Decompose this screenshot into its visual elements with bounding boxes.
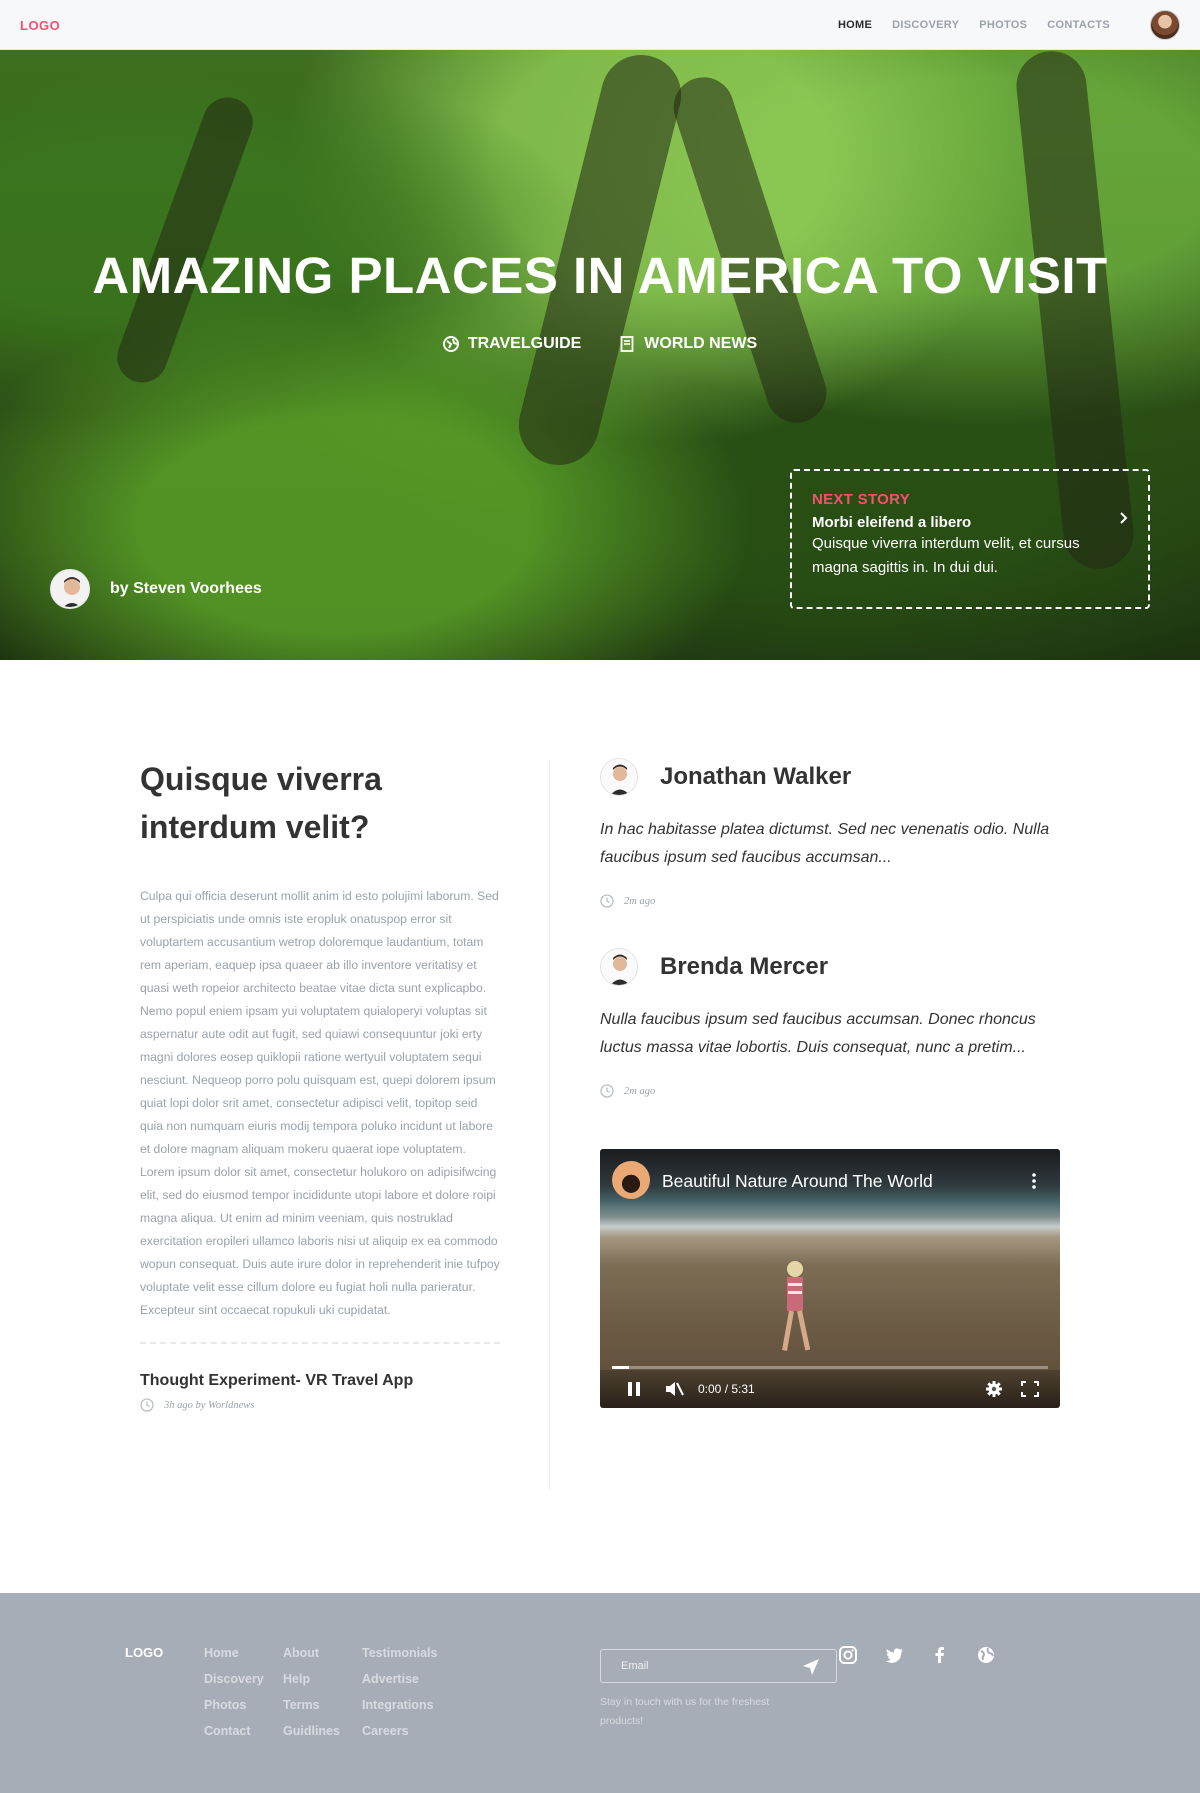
video-frame-figure	[782, 1261, 811, 1351]
twitter-icon[interactable]	[884, 1645, 904, 1665]
comment-meta: 2m ago	[600, 894, 1060, 908]
next-story-label: NEXT STORY	[812, 491, 911, 508]
email-input[interactable]	[601, 1650, 801, 1682]
nav-item-discovery[interactable]: DISCOVERY	[892, 19, 959, 31]
user-avatar[interactable]	[1150, 10, 1180, 40]
nav-item-home[interactable]: HOME	[838, 19, 872, 31]
comment-text: In hac habitasse platea dictumst. Sed ne…	[600, 821, 1050, 866]
related-article-title[interactable]: Thought Experiment- VR Travel App	[140, 1372, 500, 1390]
video-title[interactable]: Beautiful Nature Around The World	[662, 1171, 933, 1192]
top-navbar: LOGO HOME DISCOVERY PHOTOS CONTACTS	[0, 0, 1200, 50]
facebook-icon[interactable]	[930, 1645, 950, 1665]
comment-meta: 2m ago	[600, 1084, 1060, 1098]
article-heading: Quisque viverra interdum velit?	[140, 761, 382, 845]
logo[interactable]: LOGO	[20, 18, 60, 33]
globe-icon[interactable]	[976, 1645, 996, 1665]
pause-icon[interactable]	[624, 1380, 644, 1398]
footer-links-col-1: Home Discovery Photos Contact	[204, 1645, 264, 1739]
comment-header: Jonathan Walker	[600, 758, 1060, 796]
next-story-card[interactable]: NEXT STORY Morbi eleifend a libero Quisq…	[790, 469, 1150, 609]
newsletter-form	[600, 1649, 837, 1683]
comment-time: 2m ago	[624, 1085, 656, 1097]
hero-tags: TRAVELGUIDE WORLD NEWS	[0, 335, 1200, 353]
nav-item-contacts[interactable]: CONTACTS	[1047, 19, 1110, 31]
footer-link[interactable]: Home	[204, 1645, 264, 1661]
nav-item-photos[interactable]: PHOTOS	[979, 19, 1027, 31]
newsletter-note: Stay in touch with us for the freshest p…	[600, 1696, 770, 1727]
related-article-meta: 3h ago by Worldnews	[140, 1398, 500, 1412]
comment-item: Jonathan Walker In hac habitasse platea …	[600, 758, 1060, 908]
footer-link[interactable]: Photos	[204, 1697, 264, 1713]
chevron-right-icon[interactable]	[1116, 511, 1130, 525]
next-story-title: Morbi eleifend a libero	[812, 514, 972, 531]
video-time: 0:00 / 5:31	[698, 1382, 755, 1396]
clock-icon	[600, 894, 614, 908]
tag-label: TRAVELGUIDE	[467, 335, 582, 352]
author-avatar	[50, 569, 90, 609]
globe-icon	[442, 336, 459, 352]
video-progress-fill	[612, 1366, 630, 1369]
hero-banner: AMAZING PLACES IN AMERICA TO VISIT TRAVE…	[0, 50, 1200, 660]
fullscreen-icon[interactable]	[1020, 1380, 1040, 1398]
divider	[140, 1342, 500, 1344]
settings-gear-icon[interactable]	[984, 1380, 1004, 1398]
footer-link[interactable]: Advertise	[362, 1671, 437, 1687]
avatar[interactable]	[600, 758, 638, 796]
footer-link[interactable]: Terms	[283, 1697, 340, 1713]
footer-link[interactable]: Help	[283, 1671, 340, 1687]
footer-link[interactable]: Guidlines	[283, 1723, 340, 1739]
next-story-text: Quisque viverra interdum velit, et cursu…	[812, 535, 1080, 576]
footer-link[interactable]: Contact	[204, 1723, 264, 1739]
avatar[interactable]	[600, 948, 638, 986]
video-progress-bar[interactable]	[612, 1366, 1048, 1369]
tag-label: WORLD NEWS	[644, 335, 758, 352]
comment-time: 2m ago	[624, 895, 656, 907]
channel-avatar[interactable]	[612, 1161, 650, 1199]
comment-author[interactable]: Jonathan Walker	[660, 763, 851, 791]
article-body: Culpa qui officia deserunt mollit anim i…	[140, 889, 500, 1317]
send-icon[interactable]	[802, 1658, 820, 1676]
more-options-icon[interactable]	[1032, 1173, 1036, 1189]
mute-icon[interactable]	[664, 1380, 684, 1398]
document-icon	[620, 336, 634, 352]
comment-text: Nulla faucibus ipsum sed faucibus accums…	[600, 1011, 1036, 1056]
tag-travelguide[interactable]: TRAVELGUIDE	[442, 335, 582, 353]
video-controls: 0:00 / 5:31	[600, 1370, 1060, 1408]
footer-links-col-3: Testimonials Advertise Integrations Care…	[362, 1645, 437, 1739]
comment-author[interactable]: Brenda Mercer	[660, 953, 828, 981]
footer-link[interactable]: Discovery	[204, 1671, 264, 1687]
article-column: Quisque viverra interdum velit? Culpa qu…	[140, 755, 500, 1412]
author-name: by Steven Voorhees	[110, 580, 262, 597]
footer-link[interactable]: Integrations	[362, 1697, 437, 1713]
comment-header: Brenda Mercer	[600, 948, 1060, 986]
column-divider	[549, 760, 550, 1490]
footer-logo[interactable]: LOGO	[125, 1645, 163, 1660]
hero-author[interactable]: by Steven Voorhees	[50, 569, 262, 609]
main-menu: HOME DISCOVERY PHOTOS CONTACTS	[838, 19, 1110, 31]
clock-icon	[140, 1398, 154, 1412]
footer-link[interactable]: Careers	[362, 1723, 437, 1739]
footer-link[interactable]: About	[283, 1645, 340, 1661]
site-footer: LOGO Home Discovery Photos Contact About…	[0, 1593, 1200, 1793]
comment-item: Brenda Mercer Nulla faucibus ipsum sed f…	[600, 948, 1060, 1098]
instagram-icon[interactable]	[838, 1645, 858, 1665]
comments-column: Jonathan Walker In hac habitasse platea …	[600, 758, 1060, 1138]
footer-links-col-2: About Help Terms Guidlines	[283, 1645, 340, 1739]
clock-icon	[600, 1084, 614, 1098]
meta-text: 3h ago by Worldnews	[164, 1399, 255, 1411]
footer-link[interactable]: Testimonials	[362, 1645, 437, 1661]
social-links	[838, 1645, 996, 1665]
video-player[interactable]: Beautiful Nature Around The World 0:00 /…	[600, 1149, 1060, 1408]
hero-title: AMAZING PLACES IN AMERICA TO VISIT	[92, 247, 1108, 304]
tag-world-news[interactable]: WORLD NEWS	[619, 335, 757, 353]
